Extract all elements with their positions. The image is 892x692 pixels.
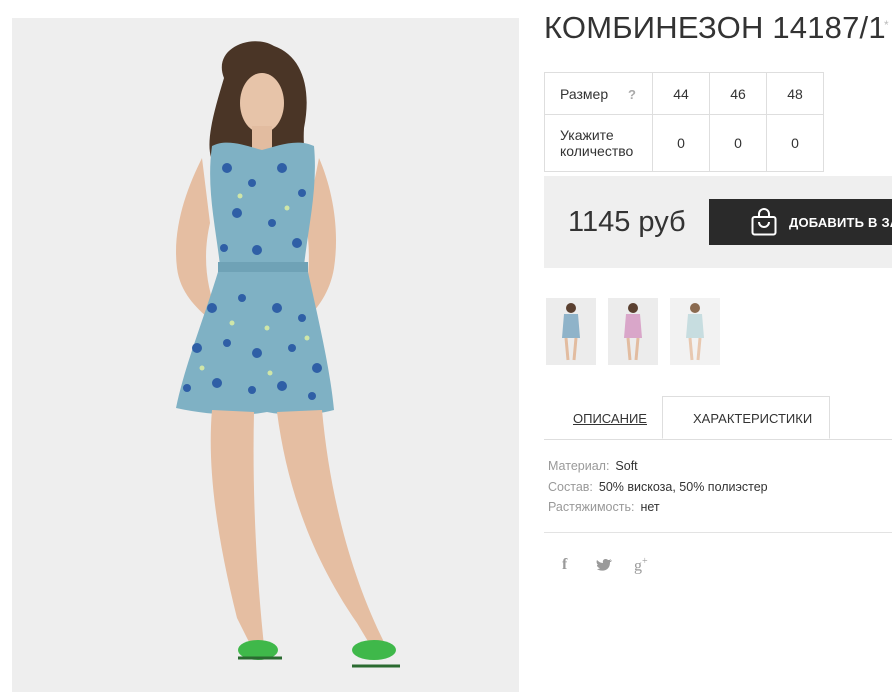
spec-key: Материал: [548,459,610,473]
size-quantity-table: Размер ? 44 46 48 Укажите количество 0 0… [544,72,824,172]
divider [544,532,892,533]
quantity-row: Укажите количество 0 0 0 [544,114,824,172]
quantity-label: Укажите количество [560,127,634,159]
quantity-input-48[interactable]: 0 [766,114,824,172]
size-label: Размер [560,85,609,102]
size-option-46: 46 [709,72,767,115]
tab-characteristics-label: ХАРАКТЕРИСТИКИ [693,411,813,426]
spec-key: Растяжимость: [548,500,635,514]
spec-value: 50% вискоза, 50% полиэстер [598,480,768,494]
quantity-input-44[interactable]: 0 [652,114,710,172]
tabs-underline [544,439,892,440]
size-row: Размер ? 44 46 48 [544,72,824,115]
google-plus-icon[interactable]: g+ [634,556,648,575]
facebook-icon[interactable]: f [562,556,567,574]
spec-value: нет [640,500,660,514]
spec-composition: Состав: 50% вискоза, 50% полиэстер [548,480,768,494]
tab-description[interactable]: ОПИСАНИЕ [544,396,662,440]
thumbnail-pink[interactable] [608,298,658,365]
quantity-input-46[interactable]: 0 [709,114,767,172]
spec-material: Материал: Soft [548,459,638,473]
product-price: 1145 руб [568,206,686,238]
shopping-bag-icon [751,208,777,239]
thumbnail-light-blue[interactable] [670,298,720,365]
buy-panel: 1145 руб ДОБАВИТЬ В ЗАКАЗ [544,176,892,268]
product-title: КОМБИНЕЗОН 14187/1 [544,10,886,45]
spec-stretch: Растяжимость: нет [548,500,660,514]
tab-description-label: ОПИСАНИЕ [573,411,647,426]
main-product-photo[interactable] [12,18,519,692]
add-to-cart-button[interactable]: ДОБАВИТЬ В ЗАКАЗ [709,199,892,245]
quantity-label-cell: Укажите количество [544,114,653,172]
spec-value: Soft [615,459,638,473]
size-option-48: 48 [766,72,824,115]
size-label-cell: Размер ? [544,72,653,115]
add-to-cart-label: ДОБАВИТЬ В ЗАКАЗ [789,215,892,230]
favorite-icon[interactable]: * [884,18,889,32]
size-help-icon[interactable]: ? [628,87,636,102]
twitter-icon[interactable] [596,558,613,577]
size-option-44: 44 [652,72,710,115]
tab-characteristics[interactable]: ХАРАКТЕРИСТИКИ [662,396,830,439]
spec-key: Состав: [548,480,593,494]
thumbnail-blue-print[interactable] [546,298,596,365]
